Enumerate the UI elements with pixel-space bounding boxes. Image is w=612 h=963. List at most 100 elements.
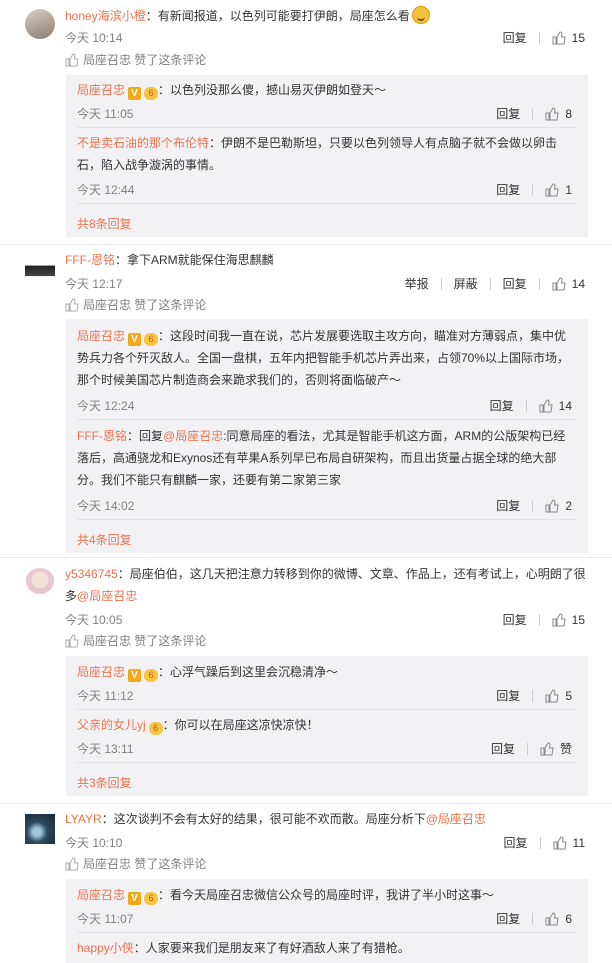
reply-button[interactable]: 回复	[496, 105, 520, 122]
divider	[0, 244, 612, 245]
comment-actions: 举报 屏蔽 回复 14	[405, 275, 585, 292]
reply-actions: 回复 1	[496, 181, 572, 198]
reply-box: 局座召忠 V 6 ：看今天局座召忠微信公众号的局座时评，我讲了半小时这事～ 今天 11…	[66, 879, 588, 963]
username[interactable]: FFF-恩铭	[65, 253, 115, 267]
like-button[interactable]: 6	[545, 912, 572, 926]
divider	[526, 742, 528, 755]
comment-actions: 回复 15	[503, 29, 585, 46]
mention-link[interactable]: @局座召忠	[426, 812, 486, 826]
reply-text-line: happy小侠：人家要来我们是朋友来了有好酒敌人来了有猎枪。	[77, 937, 574, 959]
divider	[0, 557, 612, 558]
reply-username[interactable]: 父亲的女儿yj	[77, 718, 146, 732]
block-button[interactable]: 屏蔽	[454, 275, 478, 292]
avatar[interactable]	[25, 568, 55, 598]
divider	[532, 689, 534, 702]
like-count: 14	[558, 398, 572, 413]
comment-time: 今天 10:10	[65, 836, 123, 850]
thumbs-up-icon	[65, 297, 79, 311]
reply-button[interactable]: 回复	[503, 611, 527, 628]
like-button[interactable]: 15	[552, 31, 585, 45]
reply-button[interactable]: 回复	[496, 497, 520, 514]
mention-link[interactable]: @局座召忠	[77, 589, 137, 603]
reply-button[interactable]: 回复	[496, 910, 520, 927]
reply-actions: 回复 5	[496, 687, 572, 704]
divider	[538, 613, 540, 626]
reply-actions: 回复 8	[496, 105, 572, 122]
divider	[532, 499, 534, 512]
more-replies-link[interactable]: 共3条回复	[77, 774, 132, 791]
like-button[interactable]: 15	[552, 613, 585, 627]
reply-button[interactable]: 回复	[504, 834, 528, 851]
comment-actions: 回复 15	[503, 611, 585, 628]
reply-username[interactable]: FFF-恩铭	[77, 429, 127, 443]
more-replies-link[interactable]: 共8条回复	[77, 215, 132, 232]
reply-button[interactable]: 回复	[496, 181, 520, 198]
like-button[interactable]: 14	[539, 399, 572, 413]
divider	[77, 932, 577, 933]
divider	[440, 277, 442, 290]
verified-badge-icon: V	[128, 333, 142, 346]
avatar[interactable]	[25, 255, 55, 285]
like-count: 6	[565, 911, 572, 926]
like-button[interactable]: 5	[545, 689, 572, 703]
divider	[489, 277, 491, 290]
report-button[interactable]: 举报	[405, 275, 429, 292]
reply-actions: 回复 14	[490, 397, 572, 414]
liked-by-text: 局座召忠 赞了这条评论	[83, 634, 207, 648]
thumbs-up-icon	[65, 52, 79, 66]
comment-text-line: y5346745：局座伯伯，这几天把注意力转移到你的微博、文章、作品上，还有考试…	[65, 563, 592, 607]
reply-username[interactable]: 局座召忠	[77, 83, 125, 97]
reply-button[interactable]: 回复	[503, 29, 527, 46]
username[interactable]: honey海滨小橙	[65, 9, 146, 23]
reply-time: 今天 11:07	[77, 912, 134, 926]
comment-text-line: LYAYR：这次谈判不会有太好的结果，很可能不欢而散。局座分析下@局座召忠	[65, 808, 592, 830]
reply-username[interactable]: 不是卖石油的那个布伦特	[77, 136, 209, 150]
comment-actions: 回复 11	[504, 834, 585, 851]
reply-username[interactable]: happy小侠	[77, 941, 134, 955]
liked-by: 局座召忠 赞了这条评论	[65, 51, 206, 68]
thumbs-up-icon	[65, 633, 79, 647]
comment-text-line: FFF-恩铭：拿下ARM就能保住海思麒麟	[65, 249, 592, 271]
reply-actions: 回复 赞	[491, 740, 572, 757]
reply-username[interactable]: 局座召忠	[77, 888, 125, 902]
like-button[interactable]: 11	[553, 836, 585, 850]
like-button[interactable]: 2	[545, 499, 572, 513]
reply-button[interactable]: 回复	[503, 275, 527, 292]
comment-time: 今天 10:14	[65, 31, 123, 45]
reply-time: 今天 13:11	[77, 742, 134, 756]
reply-button[interactable]: 回复	[490, 397, 514, 414]
more-replies-link[interactable]: 共4条回复	[77, 531, 132, 548]
level-badge-icon: 6	[144, 892, 159, 905]
comment-sep: ：	[145, 9, 158, 23]
reply-box: 局座召忠 V 6 ：这段时间我一直在说，芯片发展要选取主攻方向，瞄准对方薄弱点，集中优…	[66, 319, 588, 553]
reply-username[interactable]: 局座召忠	[77, 665, 125, 679]
like-count: 5	[565, 688, 572, 703]
liked-by: 局座召忠 赞了这条评论	[65, 296, 206, 313]
like-button[interactable]: 8	[545, 107, 572, 121]
reply-prefix: ：回复	[127, 429, 164, 443]
like-button[interactable]: 赞	[540, 740, 572, 757]
reply-button[interactable]: 回复	[496, 687, 520, 704]
like-button[interactable]: 14	[552, 277, 585, 291]
divider	[77, 127, 577, 128]
like-button[interactable]: 1	[545, 183, 572, 197]
level-badge-icon: 6	[144, 669, 159, 682]
thumbs-up-icon	[545, 182, 559, 196]
reply-button[interactable]: 回复	[491, 740, 515, 757]
thumbs-up-icon	[545, 498, 559, 512]
divider	[77, 709, 577, 710]
thumbs-up-icon	[553, 835, 567, 849]
like-count: 14	[571, 276, 585, 291]
reply-username[interactable]: 局座召忠	[77, 329, 125, 343]
thumbs-up-icon	[552, 276, 566, 290]
verified-badge-icon: V	[128, 892, 142, 905]
username[interactable]: LYAYR	[65, 812, 102, 826]
username[interactable]: y5346745	[65, 567, 118, 581]
reply-actions: 回复 2	[496, 497, 572, 514]
liked-by-text: 局座召忠 赞了这条评论	[83, 298, 207, 312]
avatar[interactable]	[25, 9, 55, 39]
divider	[538, 277, 540, 290]
reply-text-line: 不是卖石油的那个布伦特：伊朗不是巴勒斯坦，只要以色列领导人有点脑子就不会做以卵击…	[77, 132, 574, 176]
avatar[interactable]	[25, 814, 55, 844]
mention-link[interactable]: @局座召忠	[163, 429, 223, 443]
